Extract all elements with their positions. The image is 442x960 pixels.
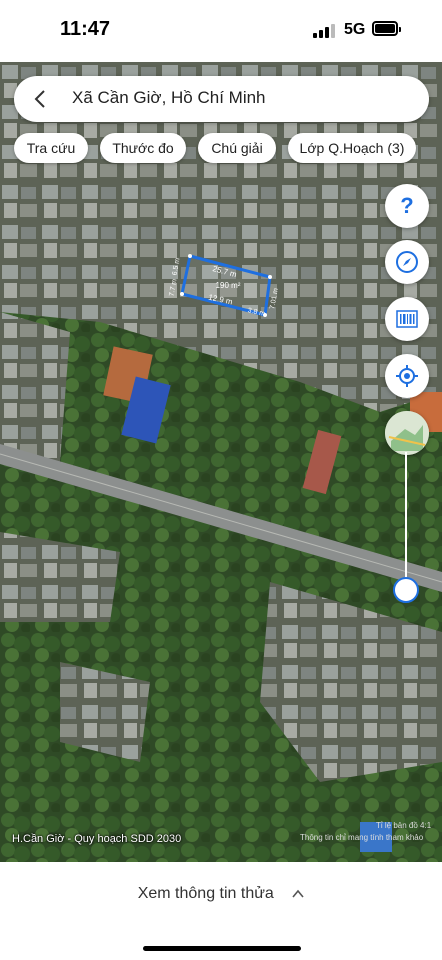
- search-bar[interactable]: Xã Cần Giờ, Hồ Chí Minh: [14, 76, 429, 122]
- clock: 11:47: [60, 18, 111, 40]
- barcode-icon: [396, 310, 418, 328]
- home-indicator: [143, 946, 301, 951]
- locate-button[interactable]: [385, 354, 429, 398]
- help-button[interactable]: ?: [385, 184, 429, 228]
- location-title[interactable]: Xã Cần Giờ, Hồ Chí Minh: [72, 88, 266, 108]
- layer-thumbnail-icon: [385, 411, 429, 455]
- chevron-up-icon: [292, 889, 304, 898]
- signal-icon: [313, 24, 335, 38]
- map-layer-caption: H.Cần Giờ - Quy hoạch SDD 2030: [12, 833, 182, 845]
- zoom-slider-track[interactable]: [405, 452, 407, 590]
- parcel-area: 190 m²: [216, 281, 241, 290]
- parcel-left-edge-top: 6.5 m: [172, 257, 182, 276]
- map-scale: Tỉ lệ bản đồ 4:1: [376, 821, 432, 830]
- back-icon[interactable]: [30, 88, 52, 110]
- network-type: 5G: [344, 21, 366, 38]
- chip-thuoc-do[interactable]: Thước đo: [100, 133, 186, 163]
- parcel-info-label: Xem thông tin thửa: [137, 885, 274, 902]
- compass-icon: [396, 251, 418, 273]
- chip-chu-giai[interactable]: Chú giải: [198, 133, 276, 163]
- layer-thumbnail-button[interactable]: [385, 411, 429, 455]
- chip-lop-quy-hoach[interactable]: Lớp Q.Hoạch (3): [288, 133, 416, 163]
- zoom-slider-knob[interactable]: [393, 577, 419, 603]
- parcel-left-edge-bottom: 7.7 m: [169, 278, 179, 297]
- parcel-overlay[interactable]: 25.7 m 190 m² 6.5 m 7.7 m 12.9 m 3.8 m 7…: [0, 62, 442, 862]
- chip-tra-cuu[interactable]: Tra cứu: [14, 133, 88, 163]
- battery-icon: [372, 21, 401, 36]
- parcel-right-edge: 7.01 m: [269, 287, 280, 309]
- barcode-button[interactable]: [385, 297, 429, 341]
- status-bar: 11:47 5G: [0, 0, 442, 62]
- help-icon: ?: [400, 193, 414, 218]
- satellite-map[interactable]: 25.7 m 190 m² 6.5 m 7.7 m 12.9 m 3.8 m 7…: [0, 62, 442, 862]
- parcel-info-toggle[interactable]: Xem thông tin thửa: [0, 885, 442, 903]
- compass-button[interactable]: [385, 240, 429, 284]
- map-disclaimer: Thông tin chỉ mang tính tham khảo: [300, 833, 424, 842]
- locate-icon: [396, 365, 418, 387]
